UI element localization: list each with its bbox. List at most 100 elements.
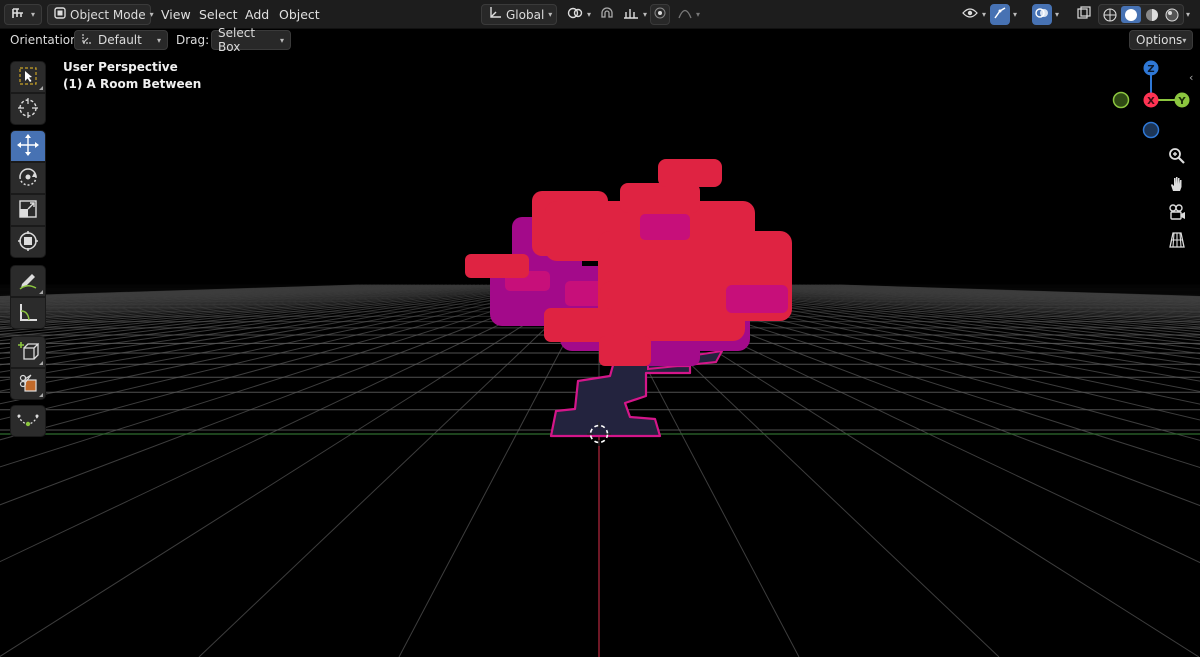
scene-canvas (0, 159, 1200, 657)
xray-icon (1077, 6, 1091, 23)
orientation-dropdown[interactable]: Default ▾ (74, 30, 168, 50)
3d-viewport[interactable]: User Perspective (1) A Room Between Z Y … (0, 51, 1200, 657)
header-bar: ▾ Object Mode ▾ View Select Add Object G… (0, 0, 1200, 29)
falloff-curve-icon (678, 7, 692, 22)
mode-label: Object Mode (70, 7, 146, 22)
chevron-down-icon: ▾ (1055, 10, 1060, 19)
xray-toggle[interactable] (1074, 4, 1094, 25)
curve-icon (16, 410, 40, 433)
zoom-icon[interactable] (1166, 145, 1188, 167)
solid-shading-icon[interactable] (1121, 6, 1141, 23)
rotate-icon (17, 166, 39, 191)
tool-settings-bar: Orientation: Default ▾ Drag: Select Box … (0, 26, 1200, 54)
chevron-down-icon: ▾ (548, 10, 553, 19)
chevron-down-icon: ▾ (1186, 10, 1191, 19)
active-collection-label: (1) A Room Between (63, 77, 202, 91)
extrude-tool[interactable] (10, 368, 46, 400)
gizmo-icon (993, 6, 1007, 23)
extrude-icon (17, 372, 39, 397)
chevron-down-icon: ▾ (643, 10, 648, 19)
snap-increment-icon (623, 6, 639, 23)
mode-selector[interactable]: Object Mode ▾ (47, 4, 154, 25)
tree-object[interactable] (465, 159, 792, 438)
annotate-tool[interactable] (10, 265, 46, 297)
material-preview-icon[interactable] (1143, 7, 1161, 23)
gizmo-y-label: Y (1177, 96, 1186, 107)
magnet-icon (600, 6, 614, 23)
tool-group-add (10, 336, 46, 400)
curve-tool[interactable] (10, 405, 46, 437)
rotate-tool[interactable] (10, 162, 46, 194)
scale-icon (18, 199, 38, 222)
pivot-point-button[interactable]: ▾ (561, 4, 591, 25)
chevron-down-icon: ▾ (982, 10, 987, 19)
chevron-down-icon: ▾ (149, 10, 154, 19)
orientation-label: Orientation: (10, 33, 82, 47)
gizmo-x-label: X (1147, 96, 1155, 107)
hand-pan-icon[interactable] (1166, 173, 1188, 195)
navigation-gizmo[interactable]: Z Y X (1108, 57, 1192, 143)
transform-icon (17, 230, 39, 255)
gizmo-neg-z-handle[interactable] (1142, 121, 1160, 139)
rendered-shading-icon[interactable] (1163, 7, 1181, 23)
sidebar-toggle-icon[interactable]: ‹ (1189, 71, 1193, 84)
orientation-axes-icon (488, 6, 502, 23)
overlays-toggle[interactable] (1032, 4, 1052, 25)
proportional-editing-icon (654, 7, 666, 22)
drag-value: Select Box (218, 26, 256, 54)
proportional-editing-toggle[interactable] (650, 4, 670, 25)
tool-group-select (10, 61, 46, 125)
overlays-icon (1035, 6, 1049, 23)
chevron-down-icon: ▾ (587, 10, 592, 19)
orientation-value: Default (98, 33, 142, 47)
gizmo-toggle[interactable] (990, 4, 1010, 25)
cursor-tool[interactable] (10, 93, 46, 125)
gizmo-dropdown[interactable]: ▾ (1011, 4, 1027, 25)
overlays-dropdown[interactable]: ▾ (1053, 4, 1069, 25)
transform-orientation-dropdown[interactable]: Global ▾ (481, 4, 557, 25)
chevron-down-icon: ▾ (1182, 35, 1187, 45)
view-perspective-label: User Perspective (63, 60, 178, 74)
shading-dropdown[interactable]: ▾ (1184, 4, 1198, 25)
cursor-icon (17, 97, 39, 122)
snap-target-button[interactable]: ▾ (617, 4, 647, 25)
menu-select[interactable]: Select (199, 4, 238, 25)
chevron-down-icon: ▾ (31, 10, 36, 19)
visibility-button[interactable]: ▾ (956, 4, 988, 25)
wireframe-shading-icon[interactable] (1101, 7, 1119, 23)
options-dropdown[interactable]: Options ▾ (1129, 30, 1193, 50)
measure-tool[interactable] (10, 297, 46, 329)
scale-tool[interactable] (10, 194, 46, 226)
select-box-tool[interactable] (10, 61, 46, 93)
options-label: Options (1136, 33, 1183, 47)
ortho-grid-icon[interactable] (1166, 229, 1188, 251)
chevron-down-icon: ▾ (1013, 10, 1018, 19)
ruler-icon (17, 301, 39, 326)
menu-add[interactable]: Add (245, 4, 269, 25)
tool-group-transform (10, 130, 46, 258)
snap-toggle[interactable] (594, 4, 616, 25)
pivot-icon (567, 6, 583, 23)
move-tool[interactable] (10, 130, 46, 162)
shading-mode-group (1098, 4, 1184, 25)
chevron-down-icon: ▾ (279, 35, 284, 45)
orientation-axes-icon (81, 33, 93, 48)
add-cube-icon (17, 340, 40, 365)
falloff-button[interactable]: ▾ (672, 4, 700, 25)
tool-group-curve (10, 405, 46, 437)
menu-object[interactable]: Object (279, 4, 320, 25)
editor-type-button[interactable]: ▾ (4, 4, 42, 25)
drag-dropdown[interactable]: Select Box ▾ (211, 26, 291, 54)
camera-view-icon[interactable] (1166, 201, 1188, 223)
menu-view[interactable]: View (161, 4, 191, 25)
gizmo-neg-y-handle[interactable] (1112, 91, 1130, 109)
select-box-icon (18, 66, 38, 89)
eye-icon (962, 7, 978, 22)
chevron-down-icon: ▾ (156, 35, 161, 45)
add-cube-tool[interactable] (10, 336, 46, 368)
editor-type-icon (11, 6, 27, 23)
gizmo-z-label: Z (1147, 64, 1154, 75)
pencil-icon (17, 269, 39, 294)
drag-label: Drag: (176, 33, 210, 47)
transform-tool[interactable] (10, 226, 46, 258)
